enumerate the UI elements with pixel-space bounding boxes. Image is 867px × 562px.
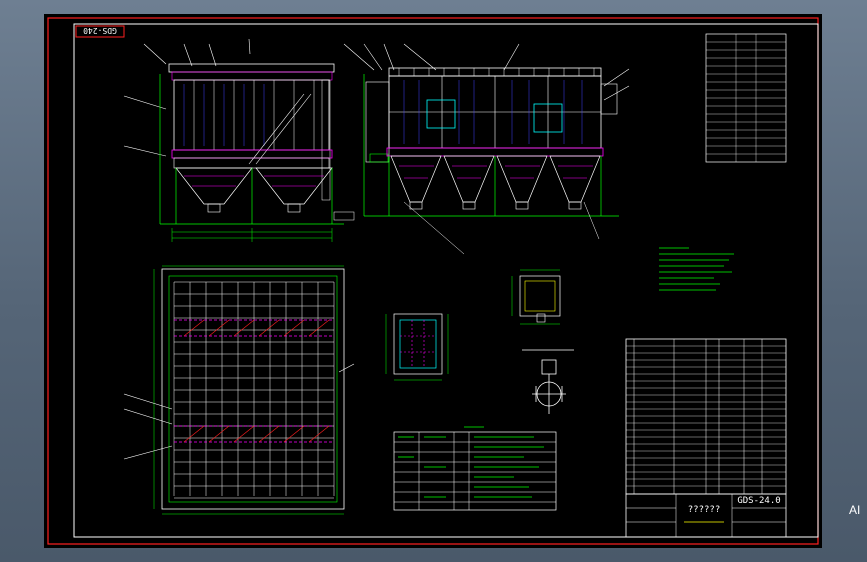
plan-view xyxy=(123,265,355,515)
detail-section xyxy=(385,313,449,381)
drawing-number: GDS-24.0 xyxy=(737,496,780,506)
title-block: ?????? GDS-24.0 xyxy=(625,493,787,538)
front-elevation xyxy=(123,38,355,242)
stamp-label: GDS-240 xyxy=(83,26,117,35)
drawing-stamp: GDS-240 xyxy=(75,25,125,38)
title-placeholder: ?????? xyxy=(688,505,721,515)
side-elevation xyxy=(343,43,630,255)
bill-of-materials xyxy=(625,338,787,495)
inner-border xyxy=(73,23,819,538)
valve-detail xyxy=(522,349,574,414)
cad-drawing: GDS-240 ?????? GDS-24.0 xyxy=(47,17,819,545)
parameter-table xyxy=(393,426,557,511)
drawing-viewport[interactable]: GDS-240 ?????? GDS-24.0 AI xyxy=(44,14,860,548)
detail-box-small xyxy=(511,269,561,325)
technical-notes xyxy=(659,247,734,291)
spec-list xyxy=(705,33,787,163)
corner-label: AI xyxy=(849,503,861,517)
